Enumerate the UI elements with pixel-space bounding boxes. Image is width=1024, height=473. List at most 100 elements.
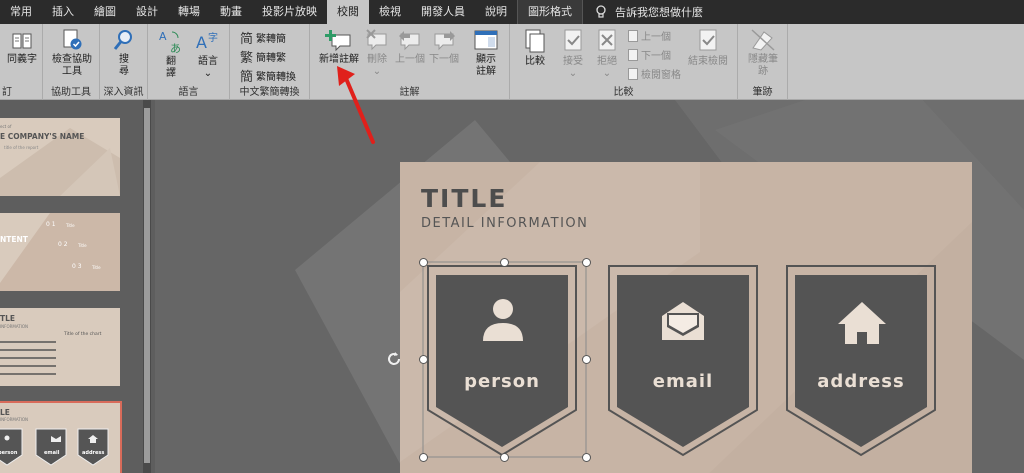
thumb-3-title: TLE (0, 314, 16, 323)
resize-handle-right[interactable] (582, 355, 591, 364)
group-ink: 隱藏筆 跡 筆跡 (738, 24, 788, 100)
simp-to-trad-button[interactable]: 繁 簡轉繁 (240, 47, 286, 66)
thesaurus-button[interactable]: 同義字 (4, 30, 40, 66)
tab-shape-format[interactable]: 圖形格式 (517, 0, 583, 24)
group-label-chinese-conversion: 中文繁簡轉換 (239, 87, 300, 98)
thumb-4-subtitle: INFORMATION (0, 417, 29, 422)
prev-comment-icon (399, 31, 420, 51)
powerpoint-window: 常用 插入 繪圖 設計 轉場 動畫 投影片放映 校閱 檢視 開發人員 說明 圖形… (0, 0, 1024, 473)
group-chinese-conversion: 简 繁轉簡 繁 簡轉繁 簡 繁簡轉換 中文繁簡轉換 (230, 24, 310, 100)
rotate-handle-icon[interactable] (385, 350, 403, 368)
thumbnail-background-shapes (0, 128, 120, 196)
tab-insert[interactable]: 插入 (42, 0, 84, 24)
search-icon (113, 30, 132, 50)
translate-label-1: 翻 (166, 56, 176, 67)
delete-comment-icon (366, 29, 387, 51)
group-label-compare: 比較 (613, 87, 634, 98)
hide-ink-button[interactable]: 隱藏筆 跡 (744, 28, 782, 78)
thumb-2-item-2-label: Title (78, 243, 87, 248)
tab-review[interactable]: 校閱 (327, 0, 369, 24)
group-language: A あ 翻 譯 A 字 語言 ⌄ 語言 (148, 24, 230, 100)
tab-slideshow[interactable]: 投影片放映 (252, 0, 327, 24)
translate-label-2: 譯 (166, 68, 176, 79)
resize-handle-top-left[interactable] (419, 258, 428, 267)
thumbnail-scrollbar-thumb[interactable] (144, 108, 150, 463)
slide[interactable]: TITLE DETAIL INFORMATION person email ad… (400, 162, 972, 473)
thumb-2-item-3: 0 3 (72, 263, 82, 270)
smart-lookup-label-2: 尋 (119, 66, 129, 77)
tab-help[interactable]: 說明 (475, 0, 517, 24)
check-accessibility-button[interactable]: 檢查協助 工具 (49, 28, 95, 78)
resize-handle-top-right[interactable] (582, 258, 591, 267)
show-comments-icon (474, 30, 498, 50)
accept-dropdown-icon: ⌄ (568, 68, 578, 79)
resize-handle-bottom-right[interactable] (582, 453, 591, 462)
resize-handle-top[interactable] (500, 258, 509, 267)
language-icon: A 字 (196, 31, 218, 52)
compare-next-label: 下一個 (641, 51, 671, 62)
trad-to-simp-button[interactable]: 简 繁轉簡 (240, 28, 286, 47)
tab-design[interactable]: 設計 (126, 0, 168, 24)
card-label-address[interactable]: address (795, 371, 927, 392)
tab-transitions[interactable]: 轉場 (168, 0, 210, 24)
tab-home[interactable]: 常用 (0, 0, 42, 24)
tell-me-text: 告訴我您想做什麼 (615, 6, 703, 19)
slide-thumbnail-3[interactable]: TLE INFORMATION Title of the chart (0, 308, 120, 386)
thumb-2-item-1-label: Title (66, 223, 75, 228)
compare-button[interactable]: 比較 (518, 28, 552, 68)
check-accessibility-label-1: 檢查協助 (52, 54, 92, 65)
check-accessibility-label-2: 工具 (62, 66, 82, 77)
compare-label: 比較 (525, 56, 545, 67)
svg-text:A: A (159, 30, 167, 43)
svg-text:字: 字 (208, 31, 218, 44)
card-label-person[interactable]: person (436, 371, 568, 392)
thumbnail-background-shapes (0, 213, 120, 291)
reject-label: 拒絕 (597, 56, 617, 67)
show-comments-button[interactable]: 顯示 註解 (470, 28, 502, 78)
tab-view[interactable]: 檢視 (369, 0, 411, 24)
reviewing-pane-button[interactable]: 檢閱窗格 (628, 66, 681, 81)
compare-next-button[interactable]: 下一個 (628, 47, 671, 62)
reviewing-pane-label: 檢閱窗格 (641, 70, 681, 81)
resize-handle-bottom-left[interactable] (419, 453, 428, 462)
book-icon (12, 33, 32, 49)
compare-icon (525, 29, 545, 53)
thumb-1-title: E COMPANY'S NAME (0, 132, 85, 141)
compare-prev-button[interactable]: 上一個 (628, 28, 671, 43)
compare-prev-label: 上一個 (641, 32, 671, 43)
resize-handle-bottom[interactable] (500, 453, 509, 462)
tell-me-search[interactable]: 告訴我您想做什麼 (583, 4, 703, 20)
next-comment-label: 下一個 (429, 54, 459, 65)
new-comment-icon (325, 30, 351, 52)
resize-handle-left[interactable] (419, 355, 428, 364)
show-comments-label-1: 顯示 (476, 54, 496, 65)
smart-lookup-button[interactable]: 搜 尋 (110, 28, 138, 78)
trad-to-simp-label: 繁轉簡 (256, 34, 287, 45)
thumb-4-label-person: person (0, 450, 18, 456)
prev-change-icon (628, 29, 638, 42)
thumb-2-item-3-label: Title (92, 265, 101, 270)
end-review-button[interactable]: 結束檢閱 (686, 28, 730, 68)
slide-thumbnail-1[interactable]: ect of E COMPANY'S NAME title of the rep… (0, 118, 120, 196)
slide-thumbnail-2[interactable]: NTENT 0 1 Title 0 2 Title 0 3 Title (0, 213, 120, 291)
language-button[interactable]: A 字 語言 ⌄ (192, 28, 224, 80)
end-review-label: 結束檢閱 (688, 56, 728, 67)
simp-to-trad-icon: 繁 (240, 51, 254, 66)
accept-button[interactable]: 接受 ⌄ (558, 28, 588, 80)
reviewing-pane-icon (628, 67, 638, 80)
tab-developer[interactable]: 開發人員 (411, 0, 475, 24)
group-label-language: 語言 (178, 87, 199, 98)
accept-label: 接受 (563, 56, 583, 67)
tab-animations[interactable]: 動畫 (210, 0, 252, 24)
slide-thumbnail-4[interactable]: LE INFORMATION person email address (0, 401, 122, 473)
thumbnail-scrollbar[interactable] (143, 100, 151, 473)
thumb-2-item-1: 0 1 (46, 221, 56, 228)
reject-button[interactable]: 拒絕 ⌄ (592, 28, 622, 80)
lightbulb-icon (596, 5, 606, 18)
translate-button[interactable]: A あ 翻 譯 (156, 28, 186, 80)
thumb-4-label-email: email (44, 450, 60, 456)
card-label-email[interactable]: email (617, 371, 749, 392)
show-comments-label-2: 註解 (476, 66, 496, 77)
next-comment-button[interactable]: 下一個 (428, 28, 460, 66)
tab-draw[interactable]: 繪圖 (84, 0, 126, 24)
